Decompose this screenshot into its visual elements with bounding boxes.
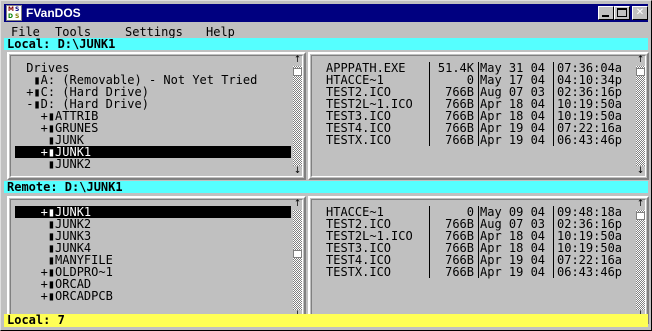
close-button[interactable]: ✕: [632, 6, 648, 20]
app-window: M S D S FVanDOS ✕ File Tools Settings He…: [0, 0, 652, 331]
tree-expander[interactable]: +: [41, 290, 48, 302]
file-size: 766B: [445, 133, 474, 147]
scroll-thumb[interactable]: [293, 68, 302, 76]
scroll-down-icon[interactable]: ↓: [293, 167, 302, 176]
scroll-thumb[interactable]: [636, 68, 645, 76]
close-icon: ✕: [635, 7, 645, 18]
minimize-icon: [602, 15, 609, 17]
file-date: Apr 19 04: [480, 133, 546, 147]
scroll-up-icon[interactable]: ↑: [293, 56, 302, 65]
local-tree-scrollbar[interactable]: ↑ ↓: [293, 56, 302, 176]
tree-item-label: ▮JUNK2: [47, 157, 92, 171]
minimize-button[interactable]: [598, 6, 614, 20]
scroll-thumb[interactable]: [636, 212, 645, 220]
remote-path-bar: Remote: D:\JUNK1: [4, 181, 648, 193]
remote-file-list[interactable]: HTACCE~1 0 May 09 04 09:48:18a TEST2.ICO 766B…: [308, 196, 649, 324]
column-divider: [478, 206, 479, 278]
column-divider: [478, 62, 479, 146]
column-divider: [553, 62, 554, 146]
local-file-list[interactable]: APPPATH.EXE 51.4K May 31 04 07:36:04a HTACCE…: [308, 52, 649, 180]
tree-item[interactable]: ▮JUNK2: [15, 158, 291, 170]
scroll-up-icon[interactable]: ↑: [636, 56, 645, 65]
file-time: 06:43:46p: [557, 265, 623, 279]
file-name: TESTX.ICO: [326, 133, 392, 147]
title-bar[interactable]: M S D S FVanDOS ✕: [4, 4, 648, 22]
file-row[interactable]: TESTX.ICO 766B Apr 19 04 06:43:46p: [326, 134, 636, 146]
scroll-up-icon[interactable]: ↑: [636, 200, 645, 209]
scroll-up-icon[interactable]: ↑: [293, 200, 302, 209]
remote-tree-scrollbar[interactable]: ↑ ↓: [293, 200, 302, 320]
file-time: 06:43:46p: [557, 133, 623, 147]
maximize-button[interactable]: [614, 6, 630, 20]
local-path-bar: Local: D:\JUNK1: [4, 38, 648, 50]
file-size: 766B: [445, 265, 474, 279]
menu-settings[interactable]: Settings: [125, 26, 183, 38]
local-directory-tree[interactable]: Drives ▮A: (Removable) - Not Yet Tried + ▮…: [7, 52, 306, 180]
file-row[interactable]: TESTX.ICO 766B Apr 19 04 06:43:46p: [326, 266, 636, 278]
maximize-icon: [617, 8, 627, 17]
window-title: FVanDOS: [26, 6, 81, 20]
tree-item-label: ▮ORCADPCB: [47, 289, 113, 303]
scroll-down-icon[interactable]: ↓: [636, 167, 645, 176]
tree-item[interactable]: + ▮ORCADPCB: [15, 290, 291, 302]
local-files-scrollbar[interactable]: ↑ ↓: [636, 56, 645, 176]
column-divider: [553, 206, 554, 278]
file-date: Apr 19 04: [480, 265, 546, 279]
tree-expander[interactable]: -: [26, 98, 33, 110]
column-divider: [429, 62, 430, 146]
scroll-thumb[interactable]: [293, 250, 302, 258]
menu-help[interactable]: Help: [206, 26, 235, 38]
remote-directory-tree[interactable]: + ▮JUNK1 ▮JUNK2 ▮JUNK3 ▮JUNK4 ▮MANYFILE + ▮…: [7, 196, 306, 324]
remote-files-scrollbar[interactable]: ↑ ↓: [636, 200, 645, 320]
file-name: TESTX.ICO: [326, 265, 392, 279]
tree-expander[interactable]: [41, 158, 48, 170]
app-logo-icon[interactable]: M S D S: [6, 5, 22, 21]
tree-expander[interactable]: [19, 62, 26, 74]
column-divider: [429, 206, 430, 278]
status-bar: Local: 7: [4, 314, 648, 327]
